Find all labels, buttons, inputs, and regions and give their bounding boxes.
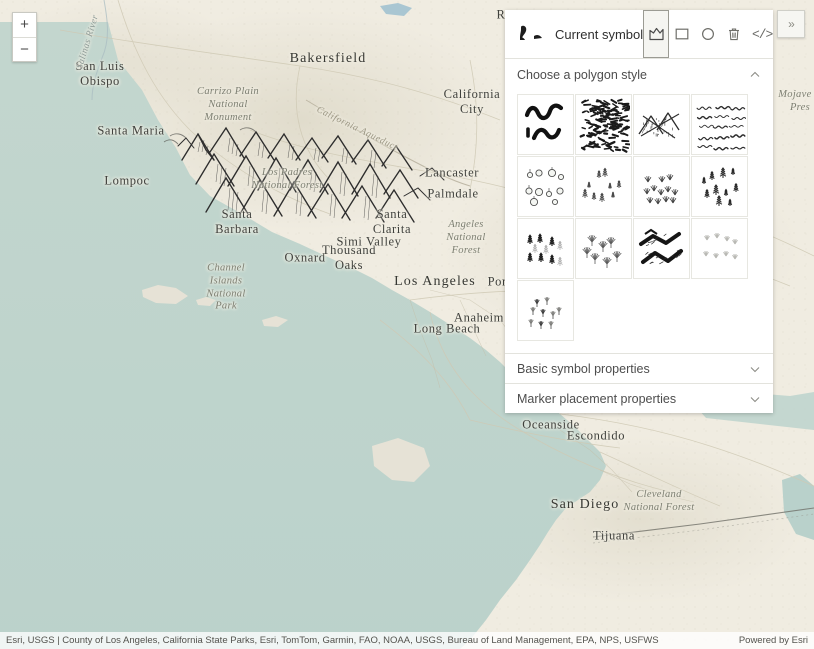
app-root: BakersfieldSan LuisObispoSanta MariaLomp…: [0, 0, 814, 649]
polygon-style-swatch-area: [505, 90, 773, 353]
polygon-style-swatch-wavy-lines[interactable]: [691, 94, 748, 155]
circle-tool-button[interactable]: [695, 10, 721, 58]
attribution-powered-by: Powered by Esri: [731, 635, 808, 646]
polygon-style-swatch-bold-mountains[interactable]: [633, 218, 690, 279]
polygon-style-swatch-brush-strokes-bold[interactable]: [517, 94, 574, 155]
current-symbol-preview-icon: [515, 21, 549, 47]
section-basic-properties-label: Basic symbol properties: [517, 362, 650, 376]
circle-icon: [701, 27, 715, 41]
section-marker-placement[interactable]: Marker placement properties: [505, 383, 773, 413]
polygon-style-swatch-dense-dashes[interactable]: [575, 94, 632, 155]
code-icon: </>: [752, 27, 772, 42]
panel-title: Current symbol: [549, 27, 643, 42]
delete-tool-button[interactable]: [721, 10, 747, 58]
polygon-style-swatch-sparse-trees[interactable]: [575, 156, 632, 217]
section-polygon-style-label: Choose a polygon style: [517, 68, 647, 82]
polygon-style-swatch-conifer-scatter[interactable]: [691, 156, 748, 217]
chevron-down-icon: [749, 363, 761, 375]
section-marker-placement-label: Marker placement properties: [517, 392, 676, 406]
polygon-style-swatch-shrub-clusters[interactable]: [575, 218, 632, 279]
polygon-style-swatch-light-clusters[interactable]: [517, 280, 574, 341]
panel-tool-group: </>: [643, 10, 777, 58]
chevron-down-icon: [749, 393, 761, 405]
square-icon: [675, 27, 689, 41]
polygon-icon: [649, 27, 664, 41]
panel-header: Current symbol: [505, 10, 773, 59]
attribution-sources: Esri, USGS | County of Los Angeles, Cali…: [6, 635, 659, 646]
zoom-out-button[interactable]: −: [13, 37, 36, 61]
polygon-tool-button[interactable]: [643, 10, 669, 58]
polygon-style-grid: [517, 94, 763, 341]
expand-panel-button[interactable]: »: [777, 10, 805, 38]
section-basic-properties[interactable]: Basic symbol properties: [505, 353, 773, 383]
square-tool-button[interactable]: [669, 10, 695, 58]
polygon-style-swatch-dense-conifers[interactable]: [517, 218, 574, 279]
map-attribution-bar: Esri, USGS | County of Los Angeles, Cali…: [0, 632, 814, 649]
section-polygon-style[interactable]: Choose a polygon style: [505, 59, 773, 90]
polygon-style-swatch-grass-tufts[interactable]: [633, 156, 690, 217]
polygon-style-swatch-small-circles[interactable]: [517, 156, 574, 217]
zoom-controls[interactable]: + −: [12, 12, 37, 62]
chevron-up-icon: [749, 69, 761, 81]
polygon-style-swatch-mountains-sketch[interactable]: [633, 94, 690, 155]
polygon-style-swatch-faint-scatter[interactable]: [691, 218, 748, 279]
symbol-editor-panel: Current symbol: [505, 10, 773, 413]
zoom-in-button[interactable]: +: [13, 13, 36, 37]
trash-icon: [727, 27, 741, 42]
code-tool-button[interactable]: </>: [747, 10, 777, 58]
